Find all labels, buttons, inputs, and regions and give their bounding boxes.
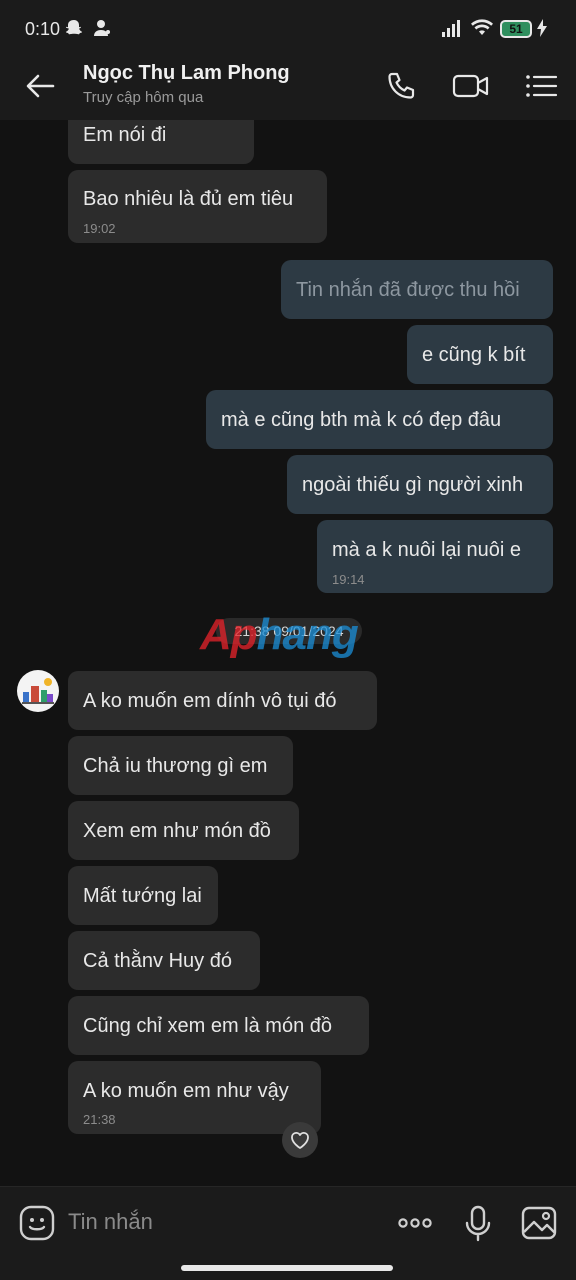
- message-recalled[interactable]: Tin nhắn đã được thu hồi: [281, 260, 553, 319]
- avatar[interactable]: [17, 670, 59, 712]
- message-outgoing[interactable]: e cũng k bít: [407, 325, 553, 384]
- message-time: 19:02: [83, 221, 116, 236]
- home-indicator[interactable]: [181, 1265, 393, 1271]
- message-incoming[interactable]: Mất tướng lai: [68, 866, 218, 925]
- wifi-icon: [471, 19, 493, 35]
- message-input[interactable]: Tin nhắn: [68, 1209, 153, 1235]
- charging-bolt-icon: [537, 19, 547, 37]
- image-icon[interactable]: [519, 1203, 559, 1243]
- battery-icon: 51: [500, 20, 532, 38]
- message-text: A ko muốn em như vậy: [83, 1080, 289, 1102]
- phone-icon[interactable]: [381, 66, 421, 106]
- video-camera-icon[interactable]: [451, 66, 491, 106]
- message-incoming[interactable]: Bao nhiêu là đủ em tiêu 19:02: [68, 170, 327, 243]
- emoji-icon[interactable]: [17, 1203, 57, 1243]
- message-time: 21:38: [83, 1112, 116, 1127]
- composer-bar: Tin nhắn: [0, 1186, 576, 1280]
- heart-icon: [291, 1131, 309, 1149]
- microphone-icon[interactable]: [458, 1203, 498, 1243]
- message-text: e cũng k bít: [422, 344, 526, 366]
- message-list[interactable]: Em nói đi Bao nhiêu là đủ em tiêu 19:02 …: [0, 120, 576, 1186]
- reaction-button[interactable]: [282, 1122, 318, 1158]
- message-text: Xem em như món đồ: [83, 820, 271, 842]
- battery-level: 51: [509, 22, 523, 36]
- snapchat-icon: [65, 20, 83, 35]
- user-icon: [94, 20, 110, 36]
- message-text: Chả iu thương gì em: [83, 755, 268, 777]
- message-incoming[interactable]: Xem em như món đồ: [68, 801, 299, 860]
- message-text: Cũng chỉ xem em là món đồ: [83, 1015, 333, 1037]
- message-text: mà e cũng bth mà k có đẹp đâu: [221, 409, 502, 431]
- message-time: 19:14: [332, 572, 365, 587]
- avatar-image: [22, 678, 54, 704]
- last-seen-status: Truy cập hôm qua: [83, 89, 204, 106]
- message-incoming[interactable]: A ko muốn em dính vô tụi đó: [68, 671, 377, 730]
- message-text: A ko muốn em dính vô tụi đó: [83, 690, 337, 712]
- chat-header: Ngọc Thụ Lam Phong Truy cập hôm qua: [0, 52, 576, 120]
- message-outgoing[interactable]: mà a k nuôi lại nuôi e 19:14: [317, 520, 553, 593]
- message-incoming[interactable]: Chả iu thương gì em: [68, 736, 293, 795]
- list-menu-icon[interactable]: [521, 66, 561, 106]
- message-text: Em nói đi: [83, 124, 167, 146]
- watermark-logo: Aphang: [200, 610, 359, 659]
- status-bar: 0:10 51: [0, 0, 576, 52]
- message-text: Mất tướng lai: [83, 885, 202, 907]
- message-text: Cả thằnv Huy đó: [83, 950, 232, 972]
- message-text: Bao nhiêu là đủ em tiêu: [83, 188, 294, 210]
- message-incoming[interactable]: Cũng chỉ xem em là món đồ: [68, 996, 369, 1055]
- message-incoming[interactable]: Cả thằnv Huy đó: [68, 931, 260, 990]
- message-outgoing[interactable]: mà e cũng bth mà k có đẹp đâu: [206, 390, 553, 449]
- message-text: mà a k nuôi lại nuôi e: [332, 539, 522, 561]
- message-text: ngoài thiếu gì người xinh: [302, 474, 524, 496]
- more-dots-icon[interactable]: [395, 1203, 435, 1243]
- message-incoming[interactable]: Em nói đi: [68, 120, 254, 164]
- cellular-signal-icon: [442, 20, 460, 37]
- message-outgoing[interactable]: ngoài thiếu gì người xinh: [287, 455, 553, 514]
- message-text: Tin nhắn đã được thu hồi: [296, 279, 520, 301]
- contact-name[interactable]: Ngọc Thụ Lam Phong: [83, 62, 290, 85]
- status-time: 0:10: [25, 19, 61, 39]
- back-arrow-icon[interactable]: [20, 66, 60, 106]
